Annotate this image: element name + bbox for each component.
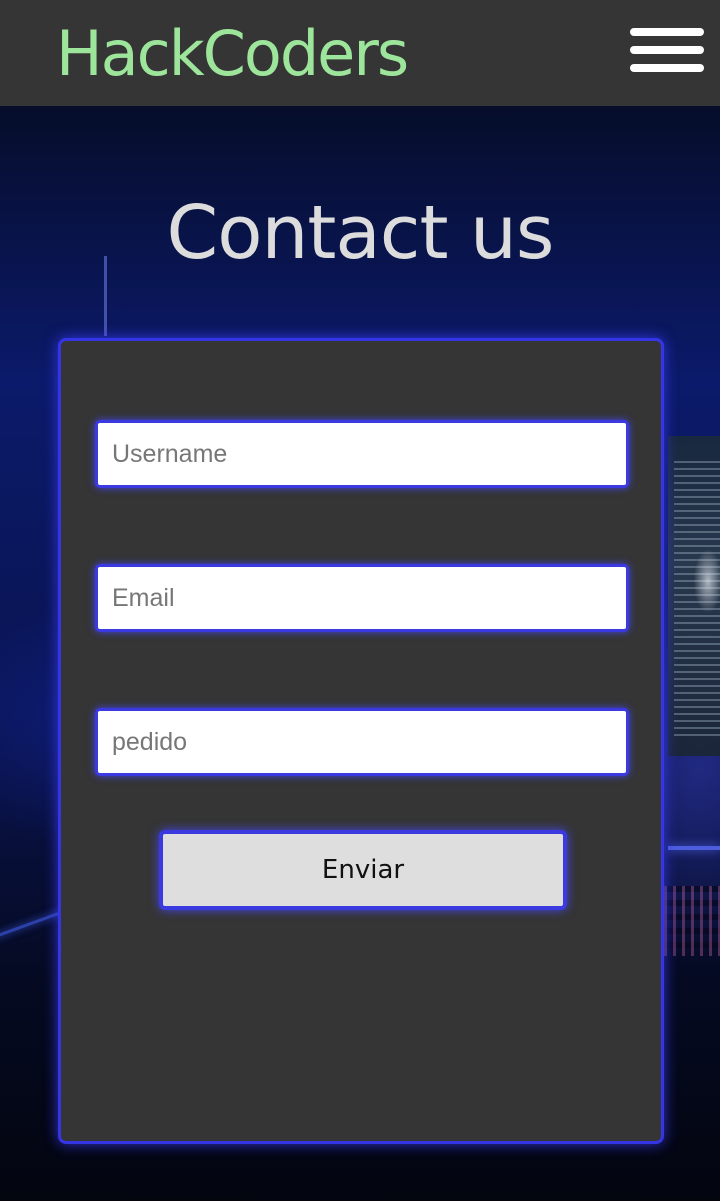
hamburger-menu-icon[interactable] bbox=[628, 26, 706, 78]
background-keyboard bbox=[664, 886, 720, 956]
page-title: Contact us bbox=[166, 190, 555, 276]
request-input[interactable] bbox=[95, 708, 629, 776]
contact-form: Enviar bbox=[58, 338, 664, 1144]
background-glow-line bbox=[668, 846, 720, 850]
submit-button[interactable]: Enviar bbox=[159, 830, 567, 910]
email-input[interactable] bbox=[95, 564, 629, 632]
menu-bar bbox=[630, 46, 704, 54]
username-input[interactable] bbox=[95, 420, 629, 488]
menu-bar bbox=[630, 64, 704, 72]
brand-logo[interactable]: HackCoders bbox=[56, 16, 409, 92]
background-hacker-figure bbox=[688, 526, 720, 636]
top-navbar: HackCoders bbox=[0, 0, 720, 106]
menu-bar bbox=[630, 28, 704, 36]
